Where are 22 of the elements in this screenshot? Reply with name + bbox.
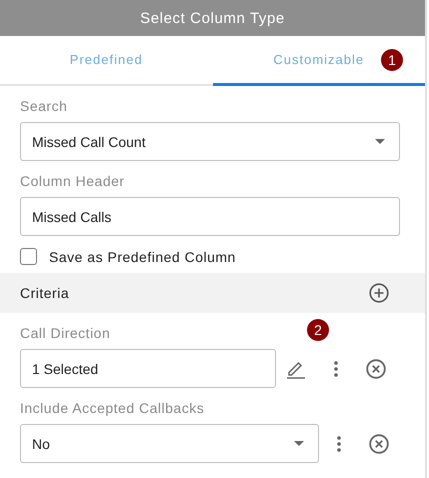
remove-icon[interactable] <box>369 434 389 454</box>
field-label: Column Header <box>20 172 125 191</box>
checkbox[interactable] <box>20 248 37 265</box>
text-field[interactable]: Missed Calls <box>20 197 400 236</box>
field-label: Include Accepted Callbacks <box>20 399 204 418</box>
select-field[interactable]: No <box>20 424 319 463</box>
tab[interactable]: Customizable 1 <box>212 36 425 86</box>
more-options-icon[interactable] <box>334 360 338 376</box>
dropdown-caret-icon <box>375 139 385 144</box>
field-label: Call Direction <box>20 324 110 343</box>
section-title: Criteria <box>20 285 70 301</box>
remove-icon[interactable] <box>366 358 386 378</box>
add-icon[interactable] <box>369 283 389 303</box>
multi-select-field[interactable]: 1 Selected <box>20 349 276 388</box>
dropdown-caret-icon <box>294 441 304 446</box>
window-title: Select Column Type <box>140 10 285 26</box>
checkbox-label: Save as Predefined Column <box>49 248 236 264</box>
step-badge: 1 <box>381 49 403 71</box>
more-options-icon[interactable] <box>337 436 341 452</box>
step-badge: 2 <box>307 319 329 341</box>
select-field[interactable]: Missed Call Count <box>20 122 400 161</box>
field-label: Search <box>20 97 68 116</box>
